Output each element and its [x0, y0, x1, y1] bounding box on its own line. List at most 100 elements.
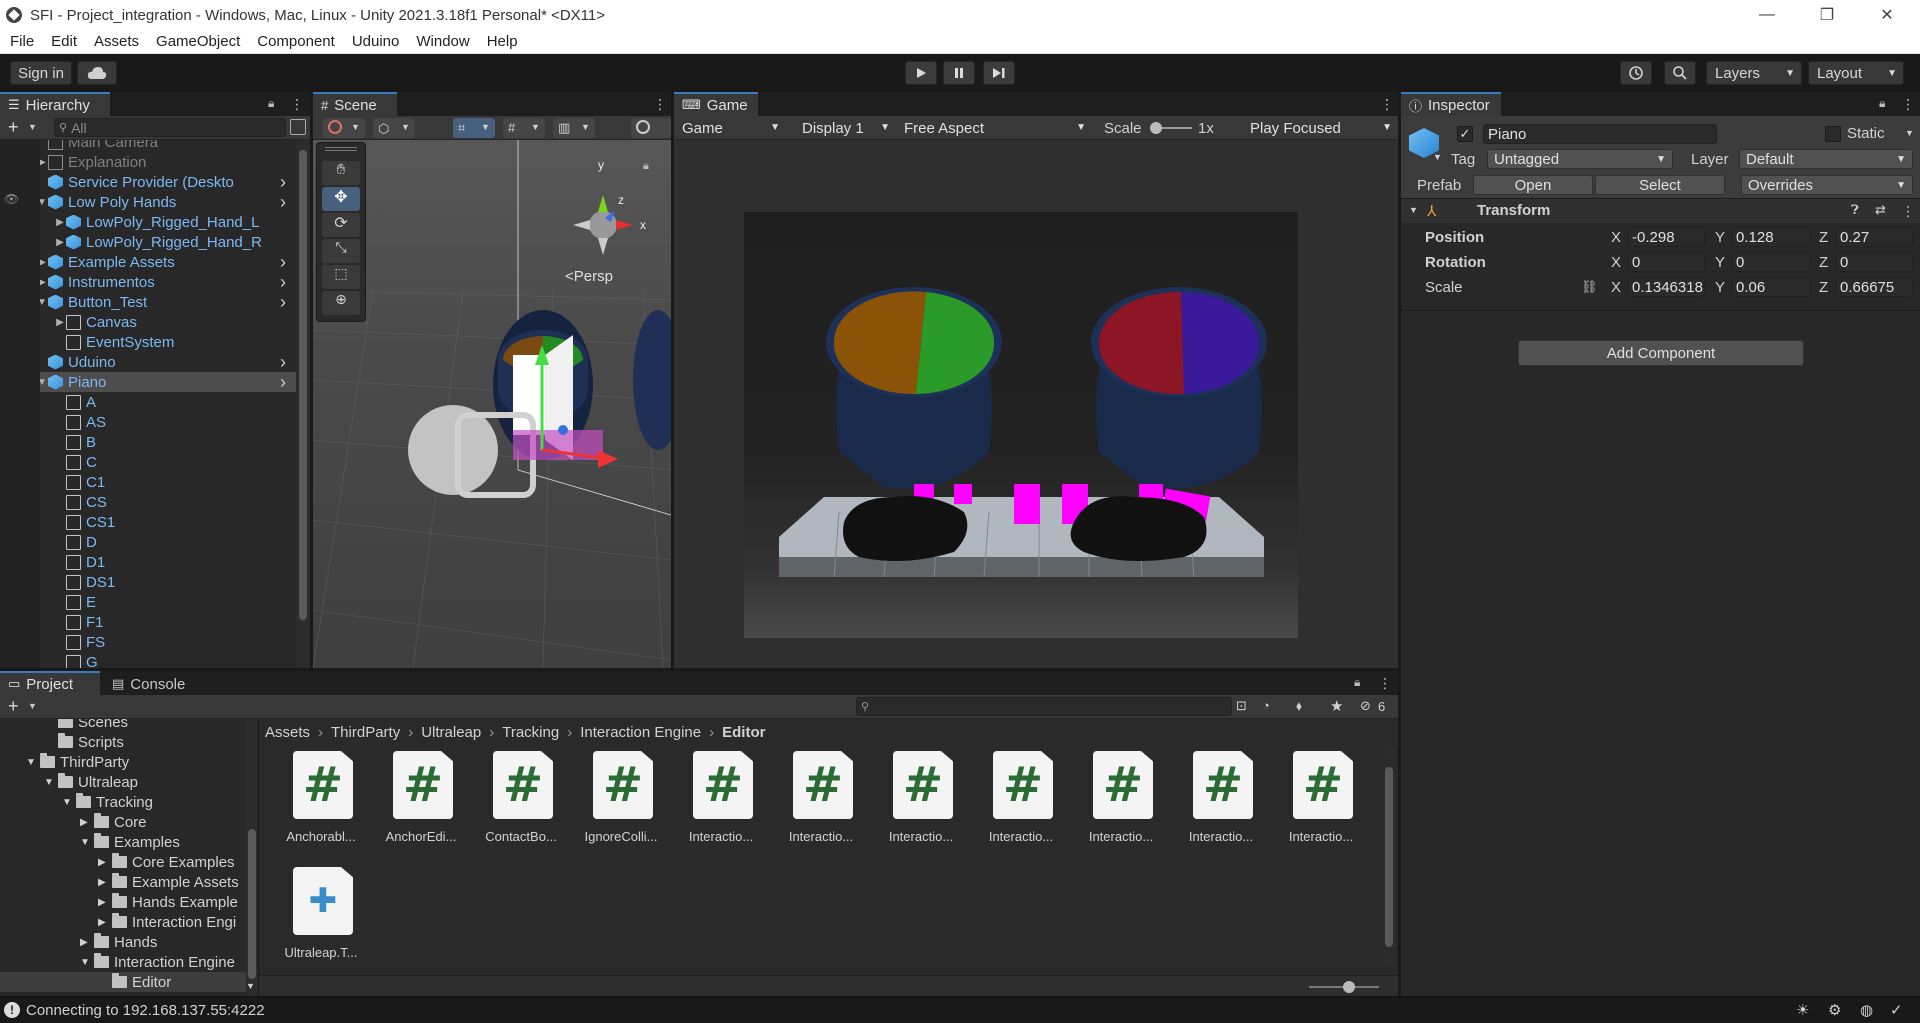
folder-arrow-icon[interactable]: ▼	[44, 777, 58, 788]
transform-header[interactable]: ▼ ⅄ Transform ❓︎ ⇄ ⋮	[1401, 199, 1920, 223]
layout-dropdown[interactable]: Layout ▼	[1808, 61, 1904, 85]
hierarchy-item[interactable]: E	[0, 592, 296, 612]
asset-item[interactable]: # IgnoreColli...	[571, 751, 671, 851]
breadcrumb-item[interactable]: ThirdParty	[331, 724, 400, 741]
hierarchy-item[interactable]: D	[0, 532, 296, 552]
increment-snap-button[interactable]: ▥ ▼	[553, 118, 595, 138]
scale-z-field[interactable]: 0.66675	[1835, 277, 1913, 297]
hierarchy-item[interactable]: G	[0, 652, 296, 668]
folder-arrow-icon[interactable]: ▶	[80, 817, 94, 828]
asset-item[interactable]: # Interactio...	[671, 751, 771, 851]
chevron-right-icon[interactable]: ›	[280, 172, 286, 193]
hierarchy-item[interactable]: B	[0, 432, 296, 452]
hierarchy-item[interactable]: Uduino ›	[0, 352, 296, 372]
search-icon[interactable]	[1664, 61, 1696, 85]
tab-project[interactable]: ▭ Project	[0, 671, 100, 695]
grid-snap-button[interactable]: # ▼	[503, 118, 545, 138]
menu-window[interactable]: Window	[416, 33, 469, 50]
menu-component[interactable]: Component	[257, 33, 335, 50]
tab-console[interactable]: ▤ Console	[104, 671, 204, 695]
hierarchy-item[interactable]: Main Camera	[0, 140, 296, 152]
scene-filter-icon[interactable]	[290, 119, 306, 135]
project-folder-item[interactable]: ▼ Examples	[0, 832, 246, 852]
tab-scene[interactable]: # Scene	[313, 92, 397, 116]
folder-arrow-icon[interactable]: ▶	[98, 857, 112, 868]
folder-arrow-icon[interactable]: ▼	[80, 837, 94, 848]
chevron-right-icon[interactable]: ›	[280, 192, 286, 213]
hierarchy-item[interactable]: CS1	[0, 512, 296, 532]
draw-mode-button[interactable]: ▼	[323, 118, 365, 138]
lock-icon[interactable]: 🔒︎	[643, 160, 649, 173]
asset-item[interactable]: # AnchorEdi...	[371, 751, 471, 851]
transform-tool-icon[interactable]: ⊕	[322, 291, 360, 315]
network-icon[interactable]: ◍	[1860, 1001, 1873, 1019]
snap-toggle-button[interactable]: ⌗ ▼	[453, 118, 495, 138]
rotation-y-field[interactable]: 0	[1731, 252, 1811, 272]
more-options-icon[interactable]: ⋮	[1901, 96, 1915, 113]
project-search-input[interactable]: ⚲	[856, 697, 1232, 716]
folder-arrow-icon[interactable]: ▶	[80, 937, 94, 948]
asset-item[interactable]: # Anchorabl...	[271, 751, 371, 851]
maximize-icon[interactable]: ❐	[1804, 0, 1850, 30]
chevron-down-icon[interactable]: ▼	[1433, 152, 1442, 162]
breadcrumb-item[interactable]: Interaction Engine	[580, 724, 701, 741]
menu-help[interactable]: Help	[487, 33, 518, 50]
asset-item[interactable]: # Interactio...	[771, 751, 871, 851]
pause-button[interactable]	[943, 61, 975, 85]
hierarchy-item[interactable]: A	[0, 392, 296, 412]
debug-icon[interactable]: ☀	[1796, 1001, 1809, 1019]
object-name-field[interactable]: Piano	[1483, 124, 1717, 144]
icon-size-slider-handle[interactable]	[1343, 981, 1355, 993]
project-folder-item[interactable]: Editor	[0, 972, 246, 992]
minimize-icon[interactable]: —	[1744, 0, 1790, 30]
add-component-button[interactable]: Add Component	[1518, 340, 1804, 366]
static-checkbox[interactable]	[1825, 126, 1841, 142]
hierarchy-item[interactable]: ▶ Example Assets ›	[0, 252, 296, 272]
history-icon[interactable]	[1620, 61, 1652, 85]
lock-icon[interactable]: 🔒︎	[268, 96, 274, 111]
menu-assets[interactable]: Assets	[94, 33, 139, 50]
hierarchy-item[interactable]: ▼ Button_Test ›	[0, 292, 296, 312]
type-filter-icon[interactable]: ◔	[1262, 698, 1270, 713]
asset-item[interactable]: # Interactio...	[971, 751, 1071, 851]
asset-item[interactable]: # Interactio...	[1071, 751, 1171, 851]
hand-tool-icon[interactable]: ✋︎	[322, 161, 360, 185]
search-filter-icon[interactable]: ⊡	[1236, 698, 1247, 714]
sign-in-button[interactable]: Sign in	[10, 61, 72, 85]
chevron-right-icon[interactable]: ›	[280, 252, 286, 273]
asset-item[interactable]: # ContactBo...	[471, 751, 571, 851]
project-folder-item[interactable]: Scripts	[0, 732, 246, 752]
add-icon[interactable]: +	[8, 117, 19, 138]
layers-dropdown[interactable]: Layers ▼	[1706, 61, 1802, 85]
asset-item[interactable]: ✚ Ultraleap.T...	[271, 867, 371, 967]
hierarchy-item[interactable]: AS	[0, 412, 296, 432]
project-tree-scrollbar[interactable]: ▼	[246, 719, 258, 996]
constrain-proportions-icon[interactable]: ⛓︎	[1581, 279, 1598, 295]
asset-scroll-thumb[interactable]	[1385, 767, 1393, 947]
project-folder-item[interactable]: ▼ Tracking	[0, 792, 246, 812]
scale-slider-handle[interactable]	[1150, 122, 1162, 134]
hierarchy-item[interactable]: ▼ Piano ›	[0, 372, 296, 392]
hierarchy-scroll-thumb[interactable]	[299, 150, 307, 620]
hierarchy-scrollbar[interactable]	[296, 140, 310, 668]
rotation-z-field[interactable]: 0	[1835, 252, 1913, 272]
chevron-down-icon[interactable]: ▼	[28, 122, 37, 132]
chevron-right-icon[interactable]: ›	[280, 352, 286, 373]
status-message[interactable]: Connecting to 192.168.137.55:4222	[26, 1002, 265, 1019]
menu-gameobject[interactable]: GameObject	[156, 33, 240, 50]
asset-item[interactable]: # Interactio...	[1271, 751, 1371, 851]
folder-arrow-icon[interactable]: ▶	[98, 917, 112, 928]
presets-icon[interactable]: ⇄	[1875, 202, 1886, 218]
folder-arrow-icon[interactable]: ▶	[98, 897, 112, 908]
game-mode-dropdown[interactable]: Game ▼	[676, 118, 786, 138]
active-checkbox[interactable]: ✓	[1457, 126, 1473, 142]
hierarchy-item[interactable]: ▶ Instrumentos ›	[0, 272, 296, 292]
position-x-field[interactable]: -0.298	[1627, 227, 1705, 247]
more-options-icon[interactable]: ⋮	[290, 96, 304, 113]
chevron-right-icon[interactable]: ›	[280, 292, 286, 313]
move-tool-icon[interactable]: ✥	[322, 187, 360, 211]
close-icon[interactable]: ✕	[1864, 0, 1910, 30]
aspect-dropdown[interactable]: Free Aspect ▼	[898, 118, 1092, 138]
layer-dropdown[interactable]: Default ▼	[1739, 149, 1913, 169]
folder-arrow-icon[interactable]: ▼	[26, 757, 40, 768]
